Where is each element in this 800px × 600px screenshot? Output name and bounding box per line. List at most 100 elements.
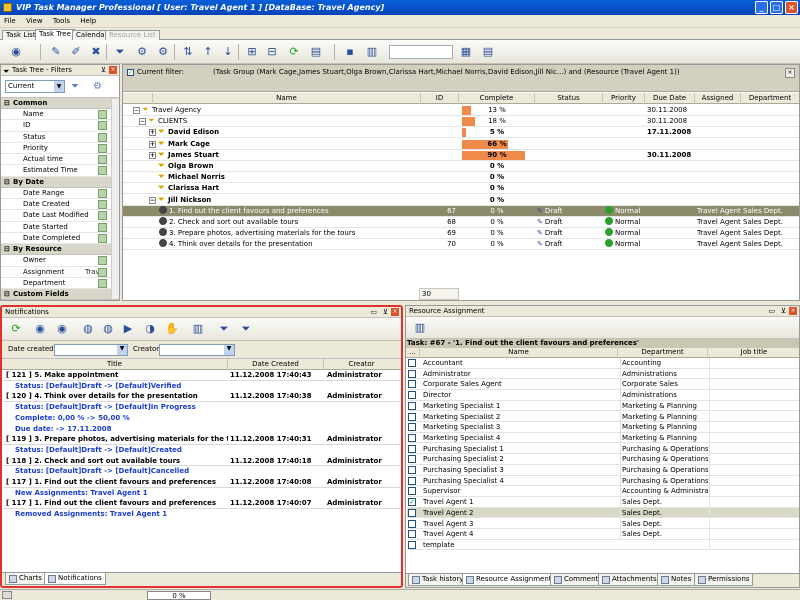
resource-row[interactable]: Accountant Accounting bbox=[407, 358, 799, 369]
resource-checkbox[interactable] bbox=[408, 412, 416, 421]
subtask-icon[interactable]: ⚙ bbox=[155, 44, 171, 60]
current-filter-checkbox[interactable]: ✓ bbox=[127, 69, 134, 76]
panel-close-icon[interactable]: × bbox=[391, 308, 399, 316]
resource-row[interactable]: Purchasing Specialist 3 Purchasing & Oper… bbox=[407, 465, 799, 476]
columns-icon[interactable]: ▪ bbox=[342, 44, 358, 60]
resource-checkbox[interactable] bbox=[408, 530, 416, 539]
filter-options-icon[interactable]: ⚙ bbox=[93, 81, 102, 92]
filter-options-icon[interactable]: ⏷ bbox=[238, 321, 254, 337]
filter-dropdown-icon[interactable] bbox=[98, 110, 107, 119]
filter-row[interactable]: Priority bbox=[1, 142, 119, 155]
tab-permissions[interactable]: Permissions bbox=[694, 574, 754, 586]
col-header-creator[interactable]: Creator bbox=[324, 359, 399, 370]
filter-dropdown-icon[interactable] bbox=[98, 267, 107, 277]
tree-row[interactable]: +⏷Clarissa Hart 0 % bbox=[123, 183, 799, 195]
filter-bar-close-icon[interactable]: × bbox=[785, 68, 795, 78]
layout-icon[interactable]: ▥ bbox=[364, 44, 380, 60]
filter-icon[interactable]: ⏷ bbox=[112, 44, 128, 60]
tab-task-tree[interactable]: Task Tree bbox=[35, 29, 75, 40]
filter-dropdown-icon[interactable] bbox=[98, 256, 107, 266]
menu-tools[interactable]: Tools bbox=[49, 15, 74, 28]
export-icon[interactable]: ▤ bbox=[480, 44, 496, 60]
resource-checkbox[interactable] bbox=[408, 455, 416, 464]
filter-dropdown-icon[interactable] bbox=[98, 143, 107, 153]
col-header-job-title[interactable]: Job title bbox=[708, 348, 800, 358]
filter-row[interactable]: Date Range bbox=[1, 187, 119, 200]
resource-checkbox[interactable] bbox=[408, 476, 416, 485]
resource-checkbox[interactable] bbox=[408, 380, 416, 389]
collapse-icon[interactable]: ⊟ bbox=[4, 244, 10, 255]
tab-task-list[interactable]: Task List bbox=[2, 30, 40, 40]
tab-attachments[interactable]: Attachments bbox=[598, 574, 661, 586]
restore-icon[interactable]: ▭ bbox=[370, 307, 377, 318]
tree-row[interactable]: + ⏷ James Stuart 90 % 30.11.2008 bbox=[123, 150, 799, 161]
resource-row[interactable]: Marketing Specialist 2 Marketing & Planni… bbox=[407, 411, 799, 423]
resource-row[interactable]: Travel Agent 3 Sales Dept. bbox=[407, 518, 799, 530]
expand-toggle-icon[interactable]: − bbox=[139, 118, 146, 126]
print-icon[interactable]: ▤ bbox=[308, 44, 324, 60]
filter-row[interactable]: Date Created bbox=[1, 199, 119, 211]
expand-toggle-icon[interactable]: − bbox=[149, 196, 156, 204]
col-header-due-date[interactable]: Due Date bbox=[645, 93, 695, 104]
resource-row[interactable]: Purchasing Specialist 4 Purchasing & Oper… bbox=[407, 475, 799, 487]
resource-row[interactable]: Corporate Sales Agent Corporate Sales bbox=[407, 379, 799, 390]
filter-dropdown-icon[interactable] bbox=[98, 200, 107, 210]
tree-row[interactable]: +⏷Olga Brown 0 % bbox=[123, 161, 799, 172]
filter-section-header[interactable]: ⊟ By Date bbox=[1, 176, 119, 188]
col-header-department[interactable]: Department bbox=[741, 93, 799, 104]
apply-filter-icon[interactable]: ⏷ bbox=[71, 81, 79, 92]
mark-read-icon[interactable]: ✋ bbox=[164, 321, 180, 337]
panel-close-icon[interactable]: × bbox=[109, 66, 117, 74]
refresh-icon[interactable]: ⟳ bbox=[8, 321, 24, 337]
filter-row[interactable]: Owner bbox=[1, 255, 119, 267]
close-button[interactable]: × bbox=[785, 1, 798, 14]
tree-row[interactable]: 3. Prepare photos, advertising materials… bbox=[123, 228, 799, 240]
hide-icon[interactable]: ◑ bbox=[142, 321, 158, 337]
filter-section-header[interactable]: ⊟ By Resource bbox=[1, 244, 119, 256]
panel-close-icon[interactable]: × bbox=[789, 307, 797, 315]
filter-row[interactable]: Date Started bbox=[1, 221, 119, 233]
filter-dropdown-icon[interactable] bbox=[98, 155, 107, 165]
resource-checkbox[interactable] bbox=[408, 433, 416, 442]
tree-row[interactable]: 2. Check and sort out available tours 68 0… bbox=[123, 217, 799, 228]
resource-checkbox[interactable] bbox=[408, 444, 416, 453]
date-created-select[interactable]: ▼ bbox=[54, 344, 128, 356]
filter-row[interactable]: Status bbox=[1, 131, 119, 143]
tree-row[interactable]: 4. Think over details for the presentati… bbox=[123, 239, 799, 251]
notification-row[interactable]: [ 119 ] 3. Prepare photos, advertising m… bbox=[3, 434, 400, 445]
resource-checkbox[interactable] bbox=[408, 359, 416, 367]
filter-row[interactable]: ID bbox=[1, 120, 119, 132]
col-header-name[interactable]: Name bbox=[420, 348, 618, 358]
expand-toggle-icon[interactable]: + bbox=[149, 151, 156, 159]
tree-row[interactable]: +⏷Michael Norris 0 % bbox=[123, 172, 799, 184]
col-header-assigned[interactable]: Assigned bbox=[695, 93, 741, 104]
resource-checkbox[interactable] bbox=[408, 391, 416, 400]
restore-icon[interactable]: ▭ bbox=[768, 306, 775, 317]
pin-icon[interactable]: ⊻ bbox=[781, 306, 786, 317]
filter-row[interactable]: Estimated Time bbox=[1, 165, 119, 177]
filter-row[interactable]: Date Completed bbox=[1, 232, 119, 245]
filter-section-header[interactable]: ⊟ Common bbox=[1, 98, 119, 109]
view-options-icon[interactable]: ◉ bbox=[8, 44, 24, 60]
tree-row[interactable]: − ⏷ Jill Nickson 0 % bbox=[123, 195, 799, 206]
filter-row[interactable]: Actual time bbox=[1, 154, 119, 166]
resource-row[interactable]: template bbox=[407, 539, 799, 551]
notification-row[interactable]: [ 117 ] 1. Find out the client favours a… bbox=[3, 498, 400, 509]
collapse-icon[interactable]: ⊟ bbox=[4, 289, 10, 300]
tree-row[interactable]: + ⏷ Mark Cage 66 % bbox=[123, 139, 799, 150]
collapse-tree-icon[interactable]: ⊟ bbox=[264, 44, 280, 60]
resource-checkbox[interactable] bbox=[408, 508, 416, 517]
pin-icon[interactable]: ⊻ bbox=[383, 307, 388, 318]
resource-row[interactable]: Purchasing Specialist 1 Purchasing & Oper… bbox=[407, 443, 799, 455]
view-all-icon[interactable]: ◉ bbox=[54, 321, 70, 337]
tab-notifications[interactable]: Notifications bbox=[44, 573, 106, 585]
view-icon[interactable]: ◉ bbox=[32, 321, 48, 337]
new-task-icon[interactable]: ✎ bbox=[48, 44, 64, 60]
filter-section-header[interactable]: ⊟ Custom Fields bbox=[1, 289, 119, 301]
tab-notes[interactable]: Notes bbox=[657, 574, 696, 586]
col-header-title[interactable]: Title bbox=[2, 359, 228, 370]
expand-toggle-icon[interactable]: − bbox=[133, 107, 140, 114]
filter-dropdown-icon[interactable] bbox=[98, 233, 107, 243]
move-up-down-icon[interactable]: ⇅ bbox=[180, 44, 196, 60]
tree-row[interactable]: + ⏷ David Edison 5 % 17.11.2008 bbox=[123, 127, 799, 139]
